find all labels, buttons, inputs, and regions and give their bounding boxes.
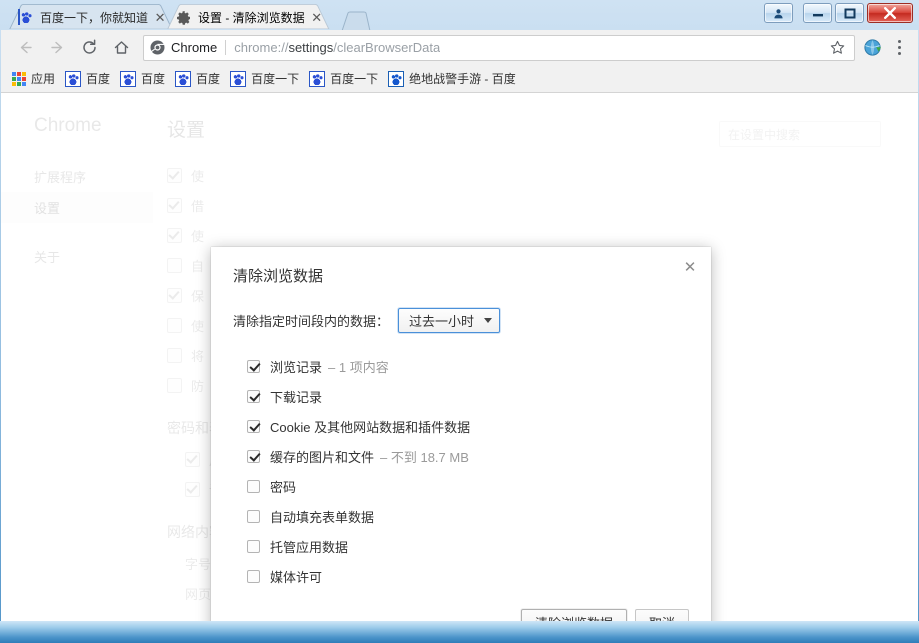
checkbox-icon[interactable] — [247, 449, 260, 463]
time-range-value: 过去一小时 — [409, 314, 475, 329]
list-item[interactable]: 自动填充表单数据 — [247, 501, 689, 531]
chrome-menu-icon[interactable] — [887, 34, 911, 62]
time-range-select[interactable]: 过去一小时 — [398, 308, 501, 333]
tab-close-icon[interactable]: ✕ — [309, 10, 325, 26]
address-bar[interactable]: Chrome chrome://settings/clearBrowserDat… — [143, 34, 855, 61]
item-label: 媒体许可 — [270, 569, 323, 585]
item-detail: – 不到 18.7 MB — [380, 449, 469, 465]
baidu-paw-icon — [309, 70, 326, 87]
baidu-paw-icon — [230, 70, 247, 87]
checkbox-icon[interactable] — [247, 389, 260, 403]
list-item[interactable]: 媒体许可 — [247, 561, 689, 591]
clear-browsing-data-dialog: ✕ 清除浏览数据 清除指定时间段内的数据： 过去一小时 浏览记录 – 1 项内容 — [211, 247, 711, 621]
tab-baidu[interactable]: 百度一下，你就知道 ✕ — [6, 4, 174, 31]
title-bar: 百度一下，你就知道 ✕ 设置 - 清除浏览数据 ✕ — [0, 0, 919, 32]
bookmark-label: 百度 — [141, 72, 166, 86]
bookmark-label: 应用 — [31, 72, 56, 86]
item-label: 浏览记录 — [270, 359, 323, 375]
url-prefix: chrome:// — [234, 40, 289, 55]
browser-window: 百度一下，你就知道 ✕ 设置 - 清除浏览数据 ✕ Chrome chrome:… — [0, 0, 919, 643]
checkbox-icon[interactable] — [247, 509, 260, 523]
tab-title: 设置 - 清除浏览数据 — [198, 10, 305, 25]
time-range-row: 清除指定时间段内的数据： 过去一小时 — [233, 308, 689, 333]
browser-toolbar: Chrome chrome://settings/clearBrowserDat… — [1, 30, 918, 66]
item-label: 托管应用数据 — [270, 539, 349, 555]
tab-title: 百度一下，你就知道 — [40, 10, 149, 25]
bookmark-item[interactable]: 百度 — [118, 68, 171, 90]
bookmark-item[interactable]: 百度 — [63, 68, 116, 90]
checkbox-icon[interactable] — [247, 419, 260, 433]
list-item[interactable]: 密码 — [247, 471, 689, 501]
list-item[interactable]: 缓存的图片和文件 – 不到 18.7 MB — [247, 441, 689, 471]
bookmark-label: 百度一下 — [330, 72, 379, 86]
checkbox-icon[interactable] — [247, 539, 260, 553]
new-tab-button[interactable] — [337, 11, 371, 32]
data-type-list: 浏览记录 – 1 项内容 下载记录 Cookie 及其他网站数据和插件数据 缓存… — [233, 351, 689, 595]
baidu-paw-icon — [65, 70, 82, 87]
checkbox-icon[interactable] — [247, 359, 260, 373]
bookmark-apps[interactable]: 应用 — [10, 68, 61, 90]
item-label: 密码 — [270, 479, 297, 495]
window-controls — [764, 3, 913, 23]
item-detail: – 1 项内容 — [328, 359, 389, 375]
bookmark-item[interactable]: 百度一下 — [307, 68, 384, 90]
omnibox-divider — [225, 40, 227, 55]
baidu-paw-icon — [388, 70, 405, 87]
dialog-body: 清除浏览数据 清除指定时间段内的数据： 过去一小时 浏览记录 – 1 项内容 下… — [211, 247, 711, 595]
checkbox-icon[interactable] — [247, 479, 260, 493]
list-item[interactable]: 下载记录 — [247, 381, 689, 411]
clear-data-button[interactable]: 清除浏览数据 — [520, 609, 627, 621]
back-icon[interactable] — [11, 34, 39, 62]
bookmark-label: 绝地战警手游 - 百度 — [409, 72, 516, 86]
bookmark-star-icon[interactable] — [826, 37, 848, 59]
bookmark-label: 百度 — [86, 72, 111, 86]
bookmark-label: 百度 — [196, 72, 221, 86]
gear-icon — [176, 10, 192, 26]
bookmark-item[interactable]: 百度一下 — [228, 68, 305, 90]
dialog-actions: 清除浏览数据 取消 — [211, 595, 711, 621]
page-viewport: Chrome 扩展程序 设置 关于 设置 使 借 使 自 保 使 将 防 密码和… — [1, 93, 918, 621]
baidu-paw-icon — [18, 8, 34, 26]
checkbox-icon[interactable] — [247, 569, 260, 583]
user-account-button[interactable] — [764, 3, 793, 23]
baidu-paw-icon — [120, 70, 137, 87]
reload-icon[interactable] — [75, 34, 103, 62]
tab-strip: 百度一下，你就知道 ✕ 设置 - 清除浏览数据 ✕ — [6, 3, 371, 32]
bookmark-item[interactable]: 绝地战警手游 - 百度 — [386, 68, 522, 90]
chevron-down-icon — [484, 318, 493, 323]
bookmark-item[interactable]: 百度 — [173, 68, 226, 90]
omnibox-scheme-label: Chrome — [171, 40, 218, 55]
close-icon[interactable]: ✕ — [679, 256, 701, 278]
forward-icon[interactable] — [43, 34, 71, 62]
tab-settings[interactable]: 设置 - 清除浏览数据 ✕ — [164, 4, 331, 31]
item-label: 缓存的图片和文件 — [270, 449, 375, 465]
download-globe-extension-icon[interactable] — [863, 38, 883, 58]
list-item[interactable]: 托管应用数据 — [247, 531, 689, 561]
time-range-label: 清除指定时间段内的数据： — [233, 314, 390, 329]
item-label: Cookie 及其他网站数据和插件数据 — [270, 419, 471, 435]
cancel-button[interactable]: 取消 — [634, 609, 689, 621]
minimize-button[interactable] — [803, 3, 832, 23]
maximize-button[interactable] — [835, 3, 864, 23]
url-path: /clearBrowserData — [333, 40, 441, 55]
list-item[interactable]: 浏览记录 – 1 项内容 — [247, 351, 689, 381]
bookmarks-bar: 应用 百度 百度 百度 百度一下 百度一下 绝地战警手游 - 百度 — [1, 65, 918, 93]
item-label: 下载记录 — [270, 389, 323, 405]
omnibox-url: chrome://settings/clearBrowserData — [234, 40, 440, 55]
item-label: 自动填充表单数据 — [270, 509, 375, 525]
apps-grid-icon — [12, 71, 26, 86]
url-host: settings — [288, 40, 334, 55]
list-item[interactable]: Cookie 及其他网站数据和插件数据 — [247, 411, 689, 441]
dialog-title: 清除浏览数据 — [233, 268, 324, 285]
baidu-paw-icon — [175, 70, 192, 87]
chrome-logo-icon — [150, 40, 165, 55]
close-button[interactable] — [867, 3, 913, 23]
window-bottom-edge — [0, 621, 919, 643]
bookmark-label: 百度一下 — [251, 72, 300, 86]
home-icon[interactable] — [107, 34, 135, 62]
